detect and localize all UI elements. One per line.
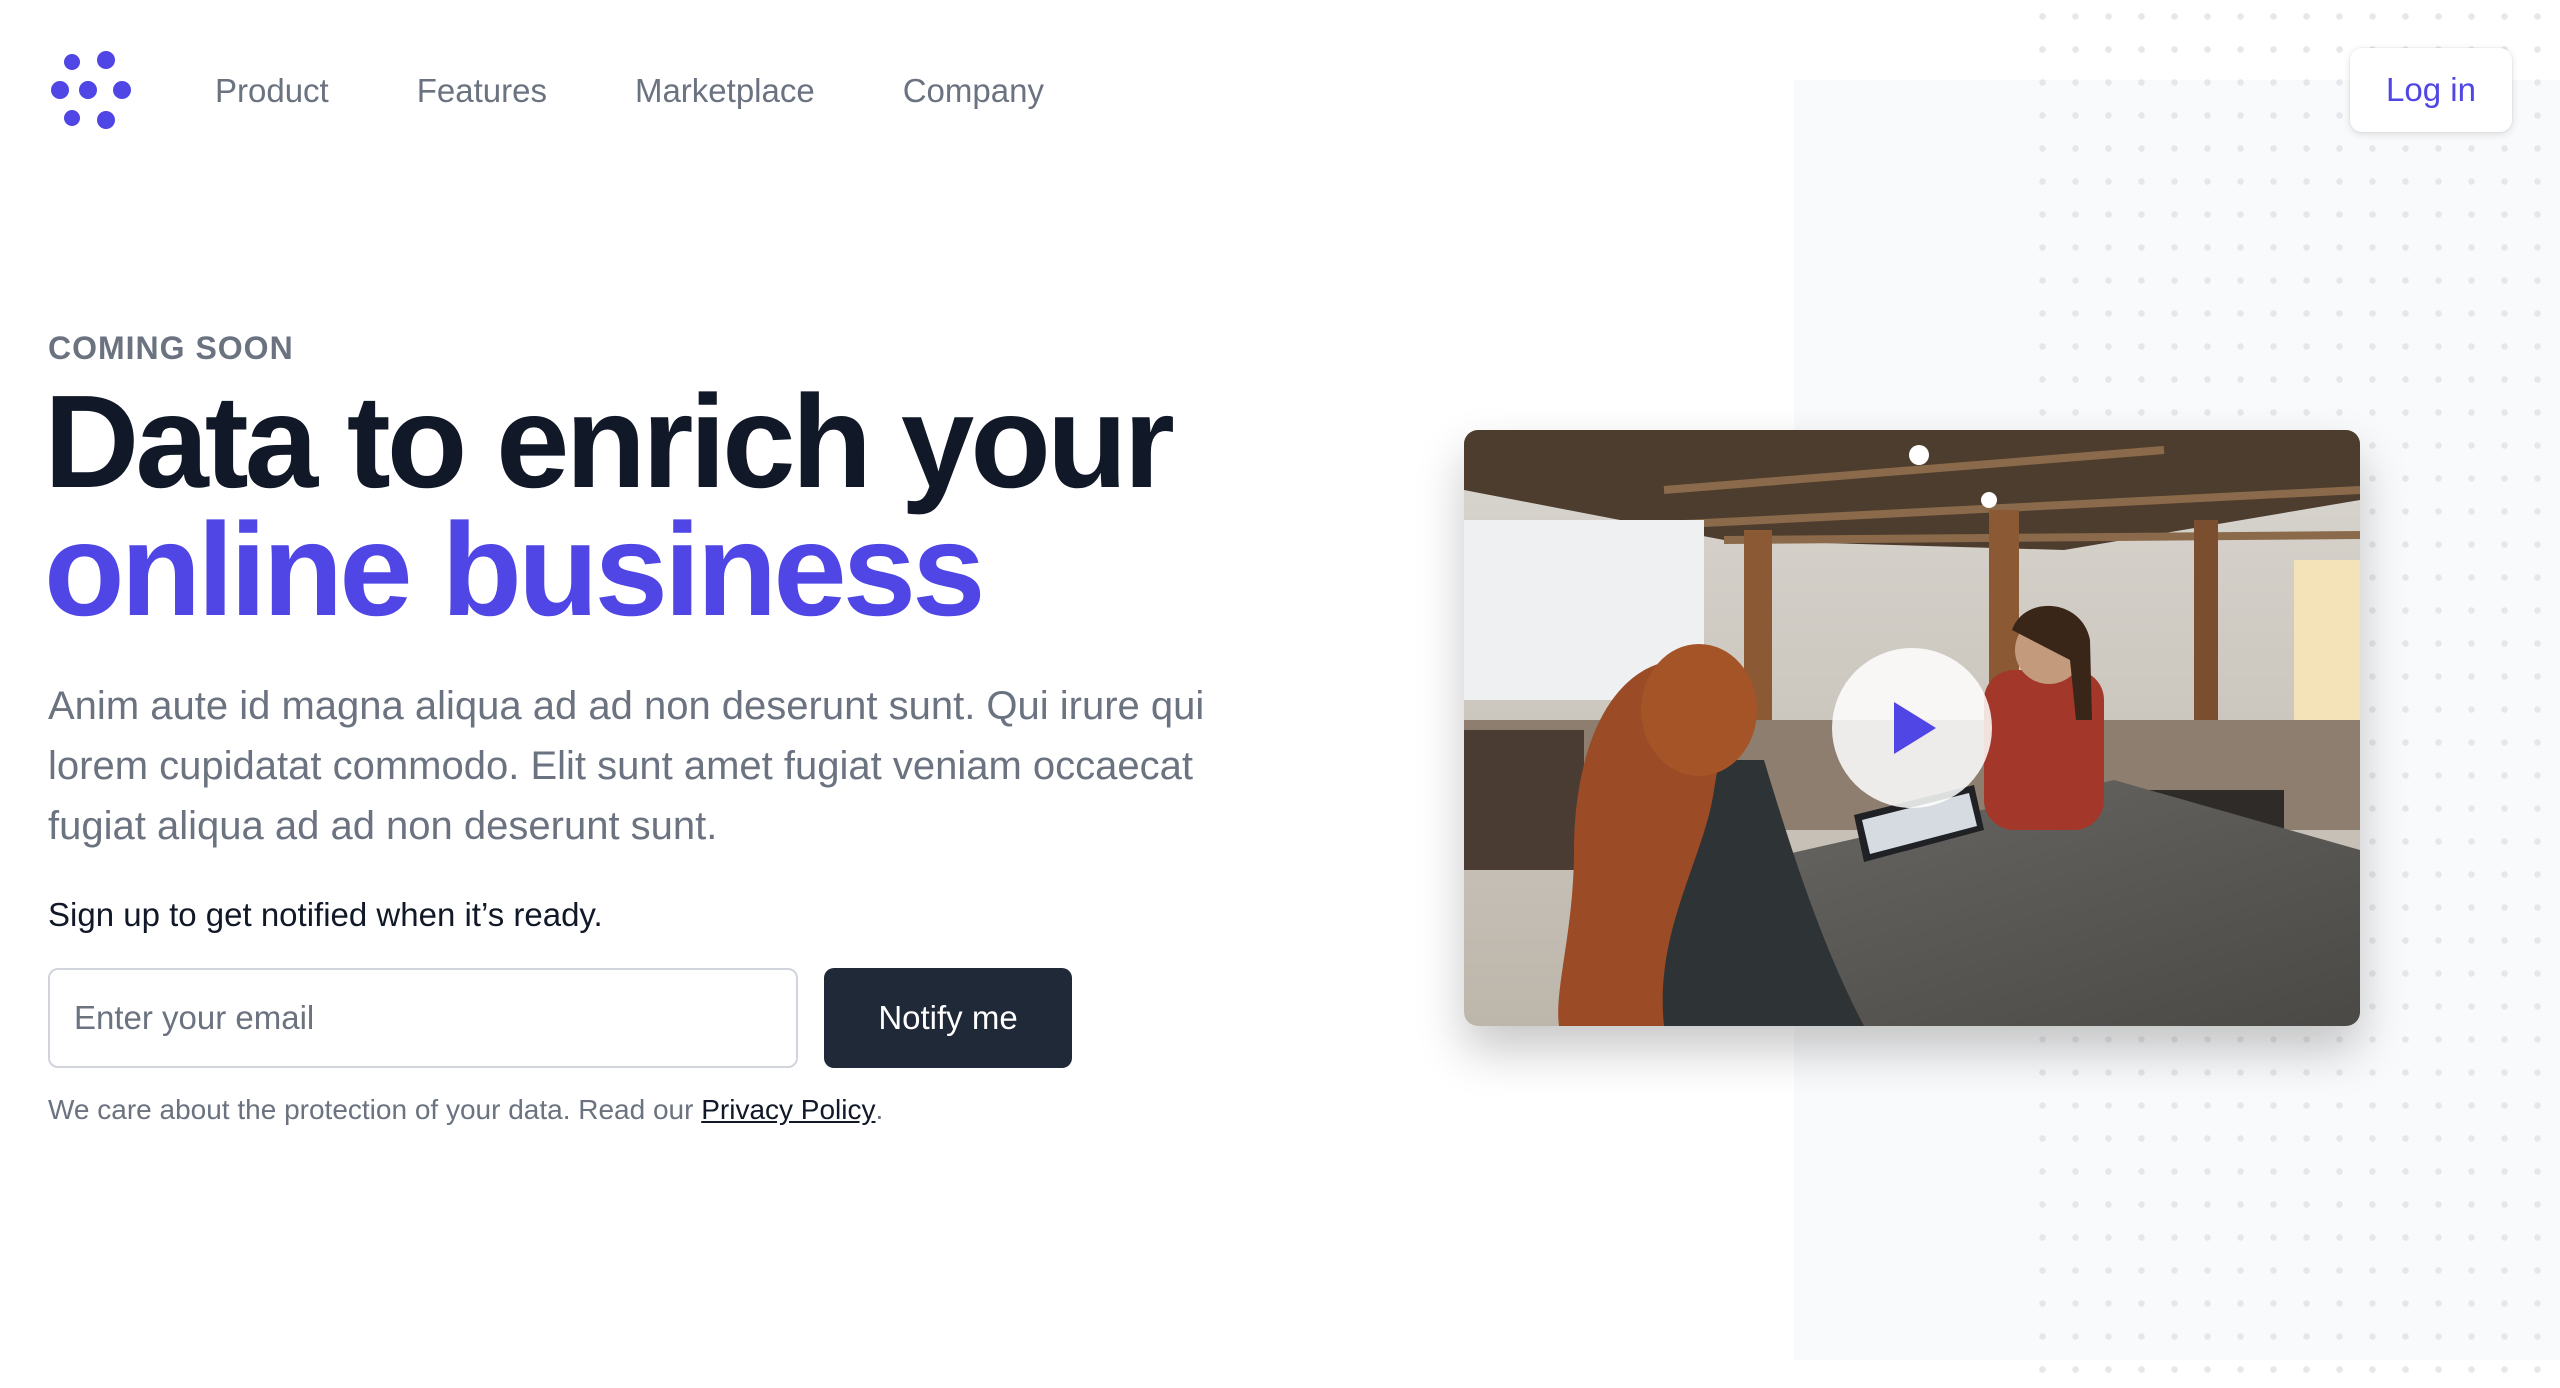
nav-item-marketplace[interactable]: Marketplace bbox=[635, 66, 815, 116]
privacy-note-suffix: . bbox=[875, 1094, 884, 1125]
video-thumbnail[interactable] bbox=[1464, 430, 2360, 1026]
brand-logo-icon[interactable] bbox=[48, 48, 134, 132]
play-button[interactable] bbox=[1832, 648, 1992, 808]
page-title: Data to enrich your online business bbox=[44, 368, 1175, 643]
play-icon bbox=[1894, 702, 1936, 754]
privacy-policy-link[interactable]: Privacy Policy bbox=[701, 1094, 875, 1125]
hero-description: Anim aute id magna aliqua ad ad non dese… bbox=[48, 684, 1205, 848]
email-input[interactable] bbox=[48, 968, 798, 1068]
nav-item-company[interactable]: Company bbox=[903, 66, 1044, 116]
nav-item-features[interactable]: Features bbox=[417, 66, 547, 116]
privacy-note: We care about the protection of your dat… bbox=[48, 1094, 883, 1126]
privacy-note-text: We care about the protection of your dat… bbox=[48, 1094, 702, 1125]
main-nav: Product Features Marketplace Company bbox=[215, 66, 1044, 116]
notify-me-button[interactable]: Notify me bbox=[824, 968, 1072, 1068]
title-line-primary: Data to enrich your bbox=[44, 368, 1175, 515]
title-line-accent: online business bbox=[44, 496, 986, 643]
login-button[interactable]: Log in bbox=[2350, 48, 2512, 132]
nav-item-product[interactable]: Product bbox=[215, 66, 329, 116]
coming-soon-label: COMING SOON bbox=[48, 330, 294, 366]
site-header: Product Features Marketplace Company Log… bbox=[0, 0, 2560, 180]
signup-label: Sign up to get notified when it’s ready. bbox=[48, 896, 603, 933]
